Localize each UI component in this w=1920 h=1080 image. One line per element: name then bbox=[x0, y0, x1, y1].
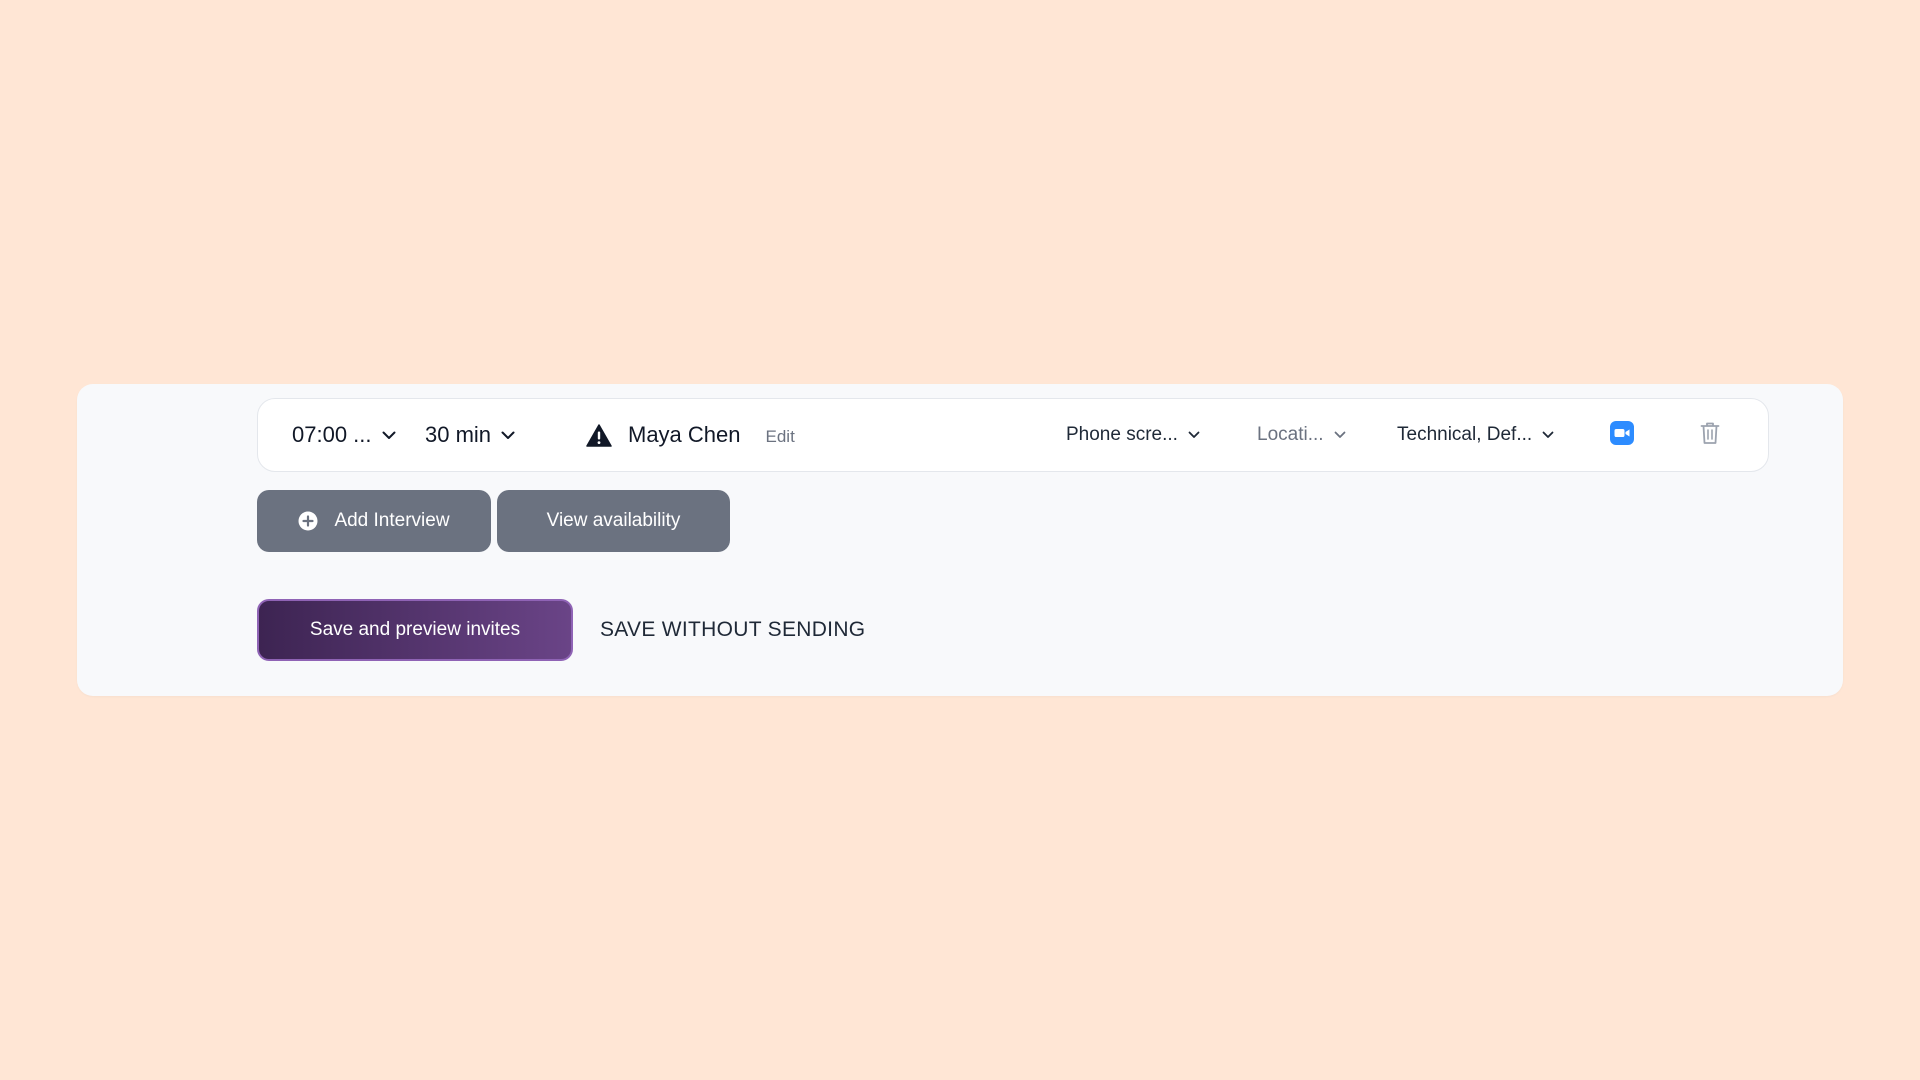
add-interview-label: Add Interview bbox=[334, 510, 450, 531]
interview-type-select[interactable]: Phone scre... bbox=[1066, 399, 1200, 471]
interview-type-value: Phone scre... bbox=[1066, 424, 1178, 445]
location-select[interactable]: Locati... bbox=[1257, 399, 1346, 471]
chevron-down-icon bbox=[1188, 431, 1200, 439]
save-without-sending-label: SAVE WITHOUT SENDING bbox=[600, 618, 866, 641]
chevron-down-icon bbox=[501, 431, 515, 440]
save-without-sending-button[interactable]: SAVE WITHOUT SENDING bbox=[600, 599, 865, 661]
scheduling-panel: 07:00 ... 30 min Maya Chen Edit Phone sc… bbox=[77, 384, 1843, 696]
time-value: 07:00 ... bbox=[292, 422, 372, 447]
interviewer: Maya Chen Edit bbox=[586, 399, 795, 471]
video-conference-button[interactable] bbox=[1610, 399, 1634, 471]
chevron-down-icon bbox=[1334, 431, 1346, 439]
plus-circle-icon bbox=[298, 511, 318, 531]
chevron-down-icon bbox=[382, 431, 396, 440]
trash-icon bbox=[1700, 421, 1720, 450]
tags-select[interactable]: Technical, Def... bbox=[1397, 399, 1554, 471]
save-and-preview-button[interactable]: Save and preview invites bbox=[257, 599, 573, 661]
edit-interviewer-link[interactable]: Edit bbox=[766, 427, 795, 447]
view-availability-label: View availability bbox=[546, 510, 681, 531]
tags-value: Technical, Def... bbox=[1397, 424, 1533, 445]
view-availability-button[interactable]: View availability bbox=[497, 490, 730, 552]
delete-interview-button[interactable] bbox=[1700, 399, 1720, 471]
location-placeholder: Locati... bbox=[1257, 424, 1324, 445]
save-preview-label: Save and preview invites bbox=[309, 619, 521, 640]
duration-select[interactable]: 30 min bbox=[425, 399, 515, 471]
time-select[interactable]: 07:00 ... bbox=[292, 399, 396, 471]
duration-value: 30 min bbox=[425, 422, 492, 447]
interviewer-name: Maya Chen bbox=[628, 422, 741, 447]
add-interview-button[interactable]: Add Interview bbox=[257, 490, 491, 552]
warning-triangle-icon bbox=[586, 423, 612, 447]
interview-row: 07:00 ... 30 min Maya Chen Edit Phone sc… bbox=[257, 398, 1769, 472]
chevron-down-icon bbox=[1542, 431, 1554, 439]
zoom-video-icon bbox=[1610, 420, 1634, 450]
